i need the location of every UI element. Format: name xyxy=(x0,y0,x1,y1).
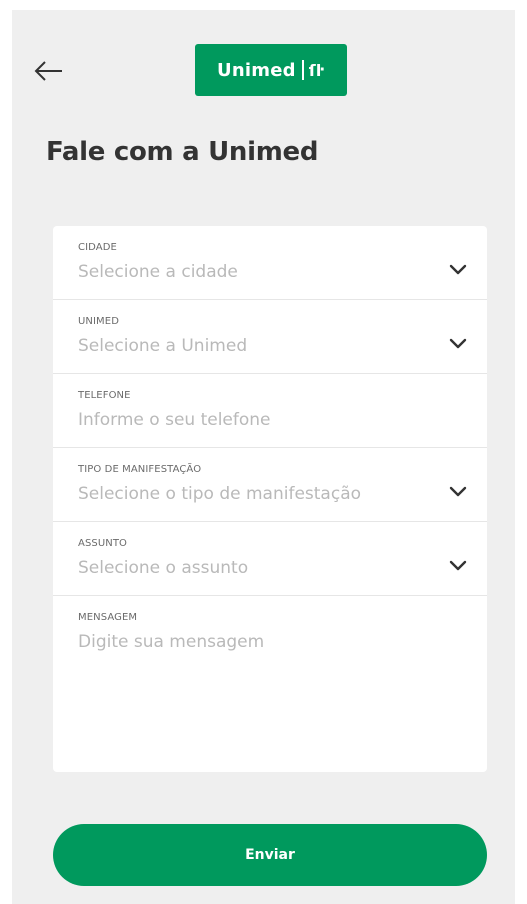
subject-placeholder: Selecione o assunto xyxy=(78,558,249,578)
app-screen: Unimed ſŀ Fale com a Unimed CIDADE Selec… xyxy=(12,10,515,904)
message-textarea[interactable]: MENSAGEM Digite sua mensagem xyxy=(53,596,487,771)
logo-text: Unimed xyxy=(217,59,296,81)
message-placeholder: Digite sua mensagem xyxy=(78,632,265,652)
phone-label: TELEFONE xyxy=(78,390,131,401)
chevron-down-icon xyxy=(449,264,467,275)
manifestation-type-label: TIPO DE MANIFESTAÇÃO xyxy=(78,464,202,475)
contact-form: CIDADE Selecione a cidade UNIMED Selecio… xyxy=(53,226,487,772)
manifestation-type-placeholder: Selecione o tipo de manifestação xyxy=(78,484,362,504)
chevron-down-icon xyxy=(449,560,467,571)
back-button[interactable] xyxy=(32,54,66,88)
subject-select[interactable]: ASSUNTO Selecione o assunto xyxy=(53,522,487,596)
city-select[interactable]: CIDADE Selecione a cidade xyxy=(53,226,487,300)
phone-field[interactable]: TELEFONE Informe o seu telefone xyxy=(53,374,487,448)
chevron-down-icon xyxy=(449,486,467,497)
unimed-placeholder: Selecione a Unimed xyxy=(78,336,248,356)
chevron-down-icon xyxy=(449,338,467,349)
arrow-left-icon xyxy=(34,61,62,81)
page-title: Fale com a Unimed xyxy=(46,137,319,167)
logo-divider xyxy=(301,60,304,80)
unimed-select[interactable]: UNIMED Selecione a Unimed xyxy=(53,300,487,374)
submit-button[interactable]: Enviar xyxy=(53,824,487,886)
unimed-label: UNIMED xyxy=(78,316,119,327)
logo-mark: ſŀ xyxy=(308,60,325,80)
city-placeholder: Selecione a cidade xyxy=(78,262,238,282)
phone-placeholder: Informe o seu telefone xyxy=(78,410,271,430)
city-label: CIDADE xyxy=(78,242,117,253)
manifestation-type-select[interactable]: TIPO DE MANIFESTAÇÃO Selecione o tipo de… xyxy=(53,448,487,522)
message-label: MENSAGEM xyxy=(78,612,138,623)
unimed-logo: Unimed ſŀ xyxy=(195,44,347,96)
subject-label: ASSUNTO xyxy=(78,538,128,549)
